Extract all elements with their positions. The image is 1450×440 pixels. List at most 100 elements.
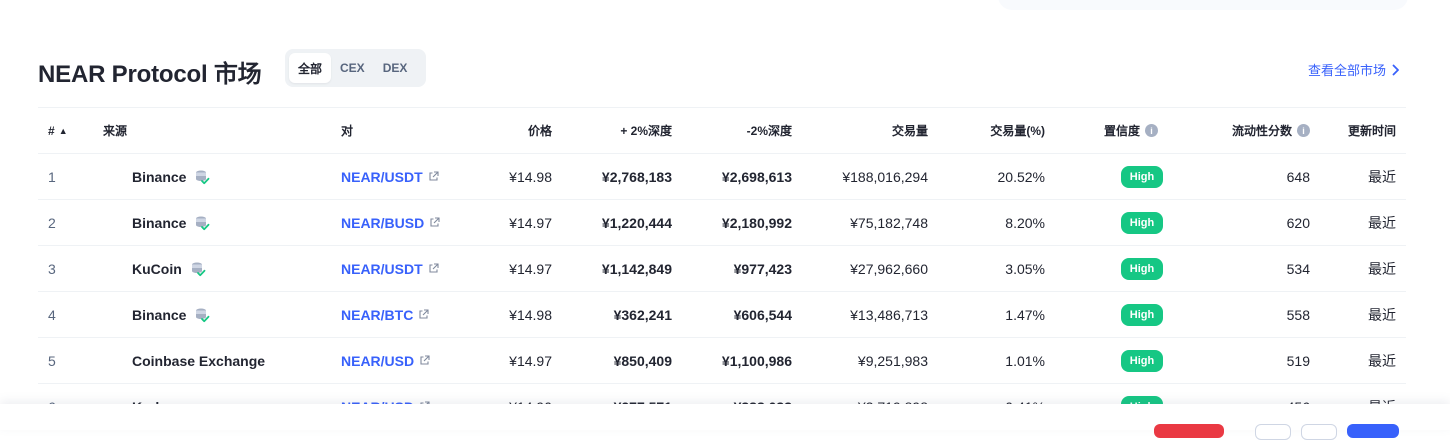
table-row[interactable]: 1 Binance NEAR/USDT ¥14.98 ¥2,768,183 ¥2… xyxy=(38,153,1406,199)
pair-link[interactable]: NEAR/USDT xyxy=(341,169,439,185)
external-link-icon xyxy=(429,217,440,228)
price-value: ¥14.97 xyxy=(509,352,552,369)
col-header-price[interactable]: 价格 xyxy=(528,108,552,153)
confidence-cell: High xyxy=(1121,338,1163,383)
primary-button[interactable] xyxy=(1347,424,1399,438)
row-num: 2 xyxy=(48,214,56,231)
page-title: NEAR Protocol 市场 xyxy=(38,61,262,88)
exchange-name[interactable]: Binance xyxy=(132,200,210,245)
secondary-button[interactable] xyxy=(1301,424,1337,440)
sell-button[interactable] xyxy=(1154,424,1224,438)
bottom-action-bar xyxy=(0,404,1450,440)
top-card xyxy=(998,0,1408,10)
volume-value: ¥27,962,660 xyxy=(850,260,928,277)
external-link-icon xyxy=(418,309,429,320)
liquidity-score: 558 xyxy=(1286,306,1310,323)
volume-value: ¥75,182,748 xyxy=(850,214,928,231)
plus-depth-value: ¥2,768,183 xyxy=(601,168,672,185)
external-link-icon xyxy=(419,355,430,366)
confidence-badge: High xyxy=(1121,303,1163,326)
exchange-name[interactable]: KuCoin xyxy=(132,246,206,291)
col-header-minus-depth[interactable]: -2%深度 xyxy=(747,108,792,153)
markets-table: # ▲ 来源 对 价格 + 2%深度 -2%深度 交易量 交易量(%) 置信度 … xyxy=(38,107,1406,429)
info-icon[interactable]: i xyxy=(1297,124,1310,137)
liquidity-score: 620 xyxy=(1286,214,1310,231)
plus-depth-value: ¥1,220,444 xyxy=(601,214,672,231)
tab-all[interactable]: 全部 xyxy=(289,53,332,83)
col-header-source[interactable]: 来源 xyxy=(103,108,127,153)
confidence-cell: High xyxy=(1121,246,1163,291)
pair-link[interactable]: NEAR/BUSD xyxy=(341,215,440,231)
pair-link[interactable]: NEAR/USDT xyxy=(341,261,439,277)
price-value: ¥14.98 xyxy=(509,168,552,185)
sort-up-icon: ▲ xyxy=(58,125,68,136)
tab-dex[interactable]: DEX xyxy=(374,53,417,83)
table-row[interactable]: 5 Coinbase Exchange NEAR/USD ¥14.97 ¥850… xyxy=(38,337,1406,383)
confidence-badge: High xyxy=(1121,165,1163,188)
volume-pct-value: 1.01% xyxy=(1005,352,1045,369)
col-header-pair[interactable]: 对 xyxy=(341,108,353,153)
pair-link[interactable]: NEAR/BTC xyxy=(341,307,429,323)
table-row[interactable]: 4 Binance NEAR/BTC ¥14.98 ¥362,241 ¥606,… xyxy=(38,291,1406,337)
pair-cell: NEAR/BTC xyxy=(341,292,429,337)
tab-cex[interactable]: CEX xyxy=(331,53,374,83)
col-header-volume-pct[interactable]: 交易量(%) xyxy=(990,108,1045,153)
col-header-volume[interactable]: 交易量 xyxy=(892,108,928,153)
exchange-name[interactable]: Coinbase Exchange xyxy=(132,338,265,383)
markets-header: NEAR Protocol 市场 全部 CEX DEX 查看全部市场 xyxy=(38,48,1406,88)
volume-pct-value: 3.05% xyxy=(1005,260,1045,277)
confidence-badge: High xyxy=(1121,349,1163,372)
verified-reserve-icon xyxy=(190,261,206,277)
minus-depth-value: ¥606,544 xyxy=(733,306,792,323)
exchange-name[interactable]: Binance xyxy=(132,292,210,337)
secondary-button[interactable] xyxy=(1255,424,1291,440)
verified-reserve-icon xyxy=(194,215,210,231)
volume-value: ¥9,251,983 xyxy=(857,352,928,369)
plus-depth-value: ¥362,241 xyxy=(613,306,672,323)
volume-pct-value: 20.52% xyxy=(997,168,1045,185)
minus-depth-value: ¥2,698,613 xyxy=(721,168,792,185)
confidence-badge: High xyxy=(1121,257,1163,280)
minus-depth-value: ¥977,423 xyxy=(733,260,792,277)
col-header-liquidity[interactable]: 流动性分数 i xyxy=(1232,108,1310,153)
volume-pct-value: 8.20% xyxy=(1005,214,1045,231)
col-header-updated[interactable]: 更新时间 xyxy=(1348,108,1396,153)
updated-value: 最近 xyxy=(1368,352,1396,369)
col-header-num[interactable]: # ▲ xyxy=(48,108,68,153)
row-num: 1 xyxy=(48,168,56,185)
liquidity-score: 519 xyxy=(1286,352,1310,369)
plus-depth-value: ¥850,409 xyxy=(613,352,672,369)
info-icon[interactable]: i xyxy=(1145,124,1159,137)
price-value: ¥14.97 xyxy=(509,260,552,277)
col-header-confidence[interactable]: 置信度 i xyxy=(1104,108,1159,153)
external-link-icon xyxy=(428,171,439,182)
view-all-label: 查看全部市场 xyxy=(1307,63,1386,78)
plus-depth-value: ¥1,142,849 xyxy=(601,260,672,277)
pair-cell: NEAR/BUSD xyxy=(341,200,440,245)
volume-pct-value: 1.47% xyxy=(1005,306,1045,323)
liquidity-score: 534 xyxy=(1286,260,1310,277)
confidence-cell: High xyxy=(1121,292,1163,337)
col-header-plus-depth[interactable]: + 2%深度 xyxy=(620,108,672,153)
market-type-tabs: 全部 CEX DEX xyxy=(285,49,426,87)
confidence-cell: High xyxy=(1121,154,1163,199)
exchange-name[interactable]: Binance xyxy=(132,154,210,199)
minus-depth-value: ¥2,180,992 xyxy=(721,214,792,231)
confidence-cell: High xyxy=(1121,200,1163,245)
table-row[interactable]: 2 Binance NEAR/BUSD ¥14.97 ¥1,220,444 ¥2… xyxy=(38,199,1406,245)
price-value: ¥14.98 xyxy=(509,306,552,323)
updated-value: 最近 xyxy=(1368,260,1396,277)
table-row[interactable]: 3 KuCoin NEAR/USDT ¥14.97 ¥1,142,849 ¥97… xyxy=(38,245,1406,291)
updated-value: 最近 xyxy=(1368,168,1396,185)
table-header-row: # ▲ 来源 对 价格 + 2%深度 -2%深度 交易量 交易量(%) 置信度 … xyxy=(38,107,1406,153)
pair-cell: NEAR/USDT xyxy=(341,246,439,291)
chevron-right-icon xyxy=(1392,64,1399,75)
pair-link[interactable]: NEAR/USD xyxy=(341,353,430,369)
pair-cell: NEAR/USDT xyxy=(341,154,439,199)
view-all-markets-link[interactable]: 查看全部市场 xyxy=(1308,60,1400,79)
updated-value: 最近 xyxy=(1368,214,1396,231)
confidence-badge: High xyxy=(1121,211,1163,234)
row-num: 3 xyxy=(48,260,56,277)
verified-reserve-icon xyxy=(194,307,210,323)
price-value: ¥14.97 xyxy=(509,214,552,231)
